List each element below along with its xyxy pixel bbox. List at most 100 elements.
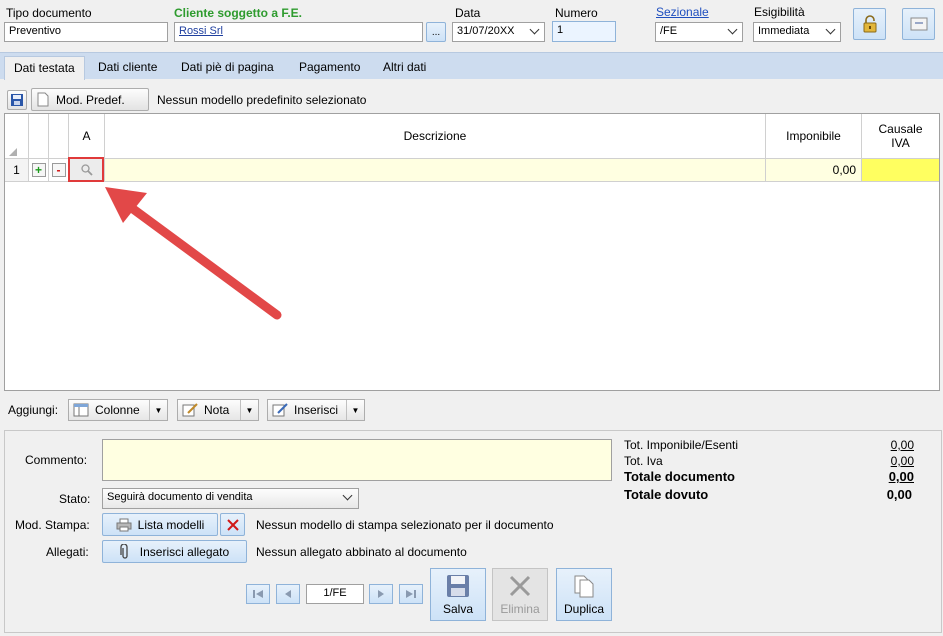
remove-row-button[interactable]: - — [49, 159, 69, 182]
esigibilita-label: Esigibilità — [754, 5, 805, 19]
stato-select[interactable]: Seguirà documento di vendita — [102, 488, 359, 509]
mod-stampa-status: Nessun modello di stampa selezionato per… — [256, 518, 554, 532]
causale-iva-cell[interactable] — [862, 159, 939, 182]
totale-dovuto-value: 0,00 — [886, 487, 912, 502]
duplica-button[interactable]: Duplica — [556, 568, 612, 621]
grid-header-descrizione[interactable]: Descrizione — [105, 114, 766, 159]
cliente-browse-button[interactable]: ... — [426, 22, 446, 42]
sezionale-link[interactable]: Sezionale — [656, 5, 709, 19]
grid-header-imponibile[interactable]: Imponibile — [766, 114, 862, 159]
numero-field[interactable]: 1 — [552, 21, 616, 42]
tab-dati-testata[interactable]: Dati testata — [4, 56, 85, 80]
tot-iva-label: Tot. Iva — [624, 454, 663, 468]
skip-last-icon — [406, 590, 416, 598]
save-model-button[interactable] — [7, 90, 27, 110]
close-icon — [509, 575, 531, 597]
allegati-label: Allegati: — [46, 545, 89, 559]
grid-header-a[interactable]: A — [69, 114, 105, 159]
imponibile-cell[interactable]: 0,00 — [766, 159, 862, 182]
tab-pagamento[interactable]: Pagamento — [290, 56, 369, 80]
edit-icon — [272, 403, 288, 417]
lista-modelli-label: Lista modelli — [137, 517, 205, 532]
stato-value: Seguirà documento di vendita — [107, 491, 253, 503]
aggiungi-label: Aggiungi: — [8, 403, 59, 417]
tot-iva-value[interactable]: 0,00 — [891, 454, 914, 468]
chevron-down-icon[interactable] — [825, 24, 836, 35]
document-icon — [37, 92, 49, 107]
tab-dati-cliente[interactable]: Dati cliente — [89, 56, 166, 80]
elimina-button[interactable]: Elimina — [492, 568, 548, 621]
tot-imponibile-value[interactable]: 0,00 — [891, 438, 914, 452]
next-record-button[interactable] — [369, 584, 393, 604]
tab-bar: Dati testata Dati cliente Dati piè di pa… — [0, 52, 943, 80]
totale-dovuto-row: Totale dovuto 0,00 — [624, 487, 914, 502]
paperclip-icon — [120, 543, 128, 559]
annotation-arrow-icon — [105, 187, 282, 320]
remove-model-button[interactable] — [220, 513, 245, 536]
tipo-documento-field[interactable]: Preventivo — [4, 22, 168, 42]
minus-icon: - — [51, 163, 66, 177]
sezionale-select[interactable]: /FE — [655, 22, 743, 42]
tab-dati-pie-di-pagina[interactable]: Dati piè di pagina — [172, 56, 283, 80]
inserisci-label: Inserisci — [294, 403, 339, 417]
lista-modelli-button[interactable]: Lista modelli — [102, 513, 218, 536]
data-label: Data — [455, 6, 481, 20]
row-number: 1 — [5, 159, 29, 182]
close-icon — [226, 518, 239, 531]
lock-icon — [863, 15, 876, 33]
chevron-down-icon[interactable]: ▼ — [346, 400, 364, 420]
stato-label: Stato: — [59, 492, 91, 506]
colonne-label: Colonne — [95, 403, 140, 417]
chevron-down-icon[interactable] — [342, 490, 353, 501]
printer-icon — [116, 518, 132, 531]
last-record-button[interactable] — [399, 584, 423, 604]
next-icon — [378, 590, 384, 598]
grid-header-remove — [49, 114, 69, 159]
tab-altri-dati[interactable]: Altri dati — [374, 56, 435, 80]
chevron-down-icon[interactable] — [727, 24, 738, 35]
data-field[interactable]: 31/07/20XX — [452, 22, 545, 42]
sezionale-value: /FE — [660, 25, 678, 37]
prev-record-button[interactable] — [276, 584, 300, 604]
esigibilita-value: Immediata — [758, 25, 810, 37]
mod-stampa-label: Mod. Stampa: — [15, 518, 90, 532]
floppy-icon — [11, 94, 23, 106]
skip-first-icon — [253, 590, 263, 598]
grid-header-causale-iva[interactable]: Causale IVA — [862, 114, 939, 159]
grid-header-add — [29, 114, 49, 159]
grid-corner — [5, 114, 29, 159]
tipo-documento-label: Tipo documento — [6, 6, 92, 20]
tot-imponibile-row: Tot. Imponibile/Esenti 0,00 — [624, 438, 914, 452]
salva-button[interactable]: Salva — [430, 568, 486, 621]
columns-icon — [73, 403, 89, 417]
totale-documento-value[interactable]: 0,00 — [889, 469, 914, 484]
first-record-button[interactable] — [246, 584, 270, 604]
tot-imponibile-label: Tot. Imponibile/Esenti — [624, 438, 739, 452]
salva-label: Salva — [442, 602, 474, 616]
lock-button[interactable] — [853, 8, 886, 40]
add-row-button[interactable]: + — [29, 159, 49, 182]
chevron-down-icon[interactable] — [529, 24, 540, 35]
envelope-icon — [910, 17, 927, 31]
esigibilita-select[interactable]: Immediata — [753, 22, 841, 42]
commento-label: Commento: — [25, 453, 88, 467]
plus-icon: + — [31, 163, 46, 177]
inserisci-button[interactable]: Inserisci ▼ — [267, 399, 365, 421]
colonne-button[interactable]: Colonne ▼ — [68, 399, 168, 421]
mod-predef-label: Mod. Predef. — [56, 92, 125, 107]
chevron-down-icon[interactable]: ▼ — [240, 400, 258, 420]
duplica-label: Duplica — [563, 602, 605, 616]
cliente-field[interactable]: Rossi Srl — [174, 22, 423, 42]
copy-icon — [574, 575, 594, 598]
totale-dovuto-label: Totale dovuto — [624, 487, 709, 502]
nota-label: Nota — [204, 403, 230, 417]
prev-icon — [285, 590, 291, 598]
record-field[interactable]: 1/FE — [306, 584, 364, 604]
mod-predef-button[interactable]: Mod. Predef. — [31, 88, 149, 111]
chevron-down-icon[interactable]: ▼ — [149, 400, 167, 420]
commento-field[interactable] — [102, 439, 612, 481]
message-button[interactable] — [902, 8, 935, 40]
mod-predef-status: Nessun modello predefinito selezionato — [157, 93, 367, 107]
inserisci-allegato-button[interactable]: Inserisci allegato — [102, 540, 247, 563]
nota-button[interactable]: Nota ▼ — [177, 399, 259, 421]
